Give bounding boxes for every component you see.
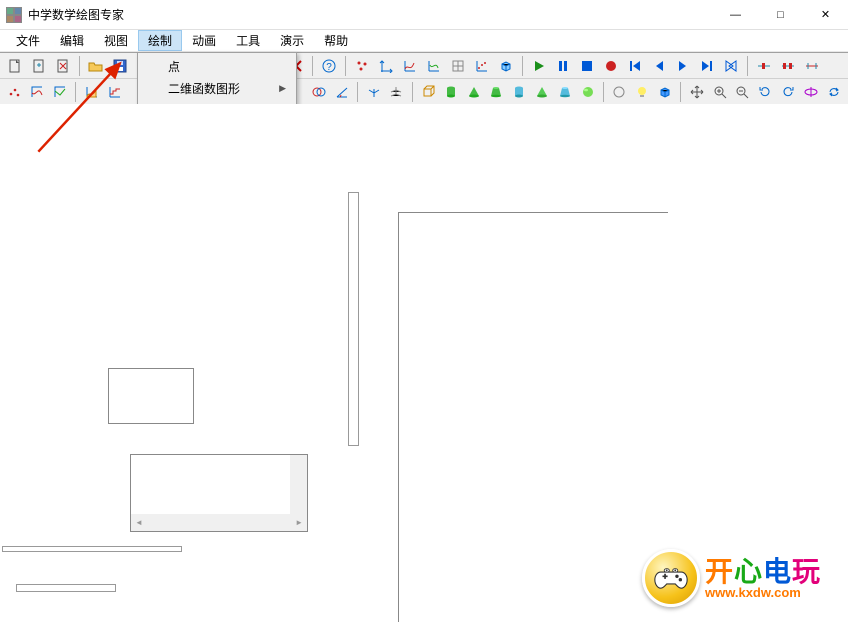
scrollbar-vertical[interactable]	[290, 455, 307, 514]
thin-panel-1	[2, 546, 182, 552]
move-icon[interactable]	[686, 81, 707, 103]
slider-h-icon[interactable]	[753, 55, 775, 77]
frustum-blue-icon[interactable]	[554, 81, 575, 103]
close-button[interactable]: ✕	[803, 0, 848, 29]
last-icon[interactable]	[696, 55, 718, 77]
app-icon	[6, 7, 22, 23]
window-titlebar: 中学数学绘图专家 — □ ✕	[0, 0, 848, 30]
scroll-panel[interactable]	[130, 454, 308, 532]
menu-demo[interactable]: 演示	[270, 30, 314, 51]
cube-wire-icon[interactable]	[418, 81, 439, 103]
rotate-cw-icon[interactable]	[755, 81, 776, 103]
cylinder-green-icon[interactable]	[440, 81, 461, 103]
menu-2d-function[interactable]: 二维函数图形▶	[140, 77, 294, 99]
maximize-button[interactable]: □	[758, 0, 803, 29]
plot-series-icon[interactable]	[471, 55, 493, 77]
menu-tools[interactable]: 工具	[226, 30, 270, 51]
save-icon[interactable]	[109, 55, 131, 77]
prev-icon[interactable]	[648, 55, 670, 77]
logo-text-cn: 开心电玩	[705, 558, 821, 586]
cone-green-icon[interactable]	[463, 81, 484, 103]
menu-point[interactable]: 点	[140, 55, 294, 77]
grid3d-icon[interactable]	[386, 81, 407, 103]
intersection-icon[interactable]	[309, 81, 330, 103]
menu-animate[interactable]: 动画	[182, 30, 226, 51]
rotate-ccw-icon[interactable]	[778, 81, 799, 103]
lightbulb-icon[interactable]	[632, 81, 653, 103]
new-doc-icon[interactable]	[4, 55, 26, 77]
watermark-logo: 开心电玩 www.kxdw.com	[642, 543, 842, 613]
refresh-icon[interactable]	[823, 81, 844, 103]
curve-icon[interactable]	[27, 81, 48, 103]
small-panel[interactable]	[108, 368, 194, 424]
menubar: 文件 编辑 视图 绘制 动画 工具 演示 帮助	[0, 30, 848, 52]
scrollbar-horizontal[interactable]	[131, 514, 307, 531]
sphere-icon[interactable]	[577, 81, 598, 103]
slider-range-icon[interactable]	[801, 55, 823, 77]
svg-text:?: ?	[326, 62, 332, 73]
zoom-in-icon[interactable]	[709, 81, 730, 103]
menu-file[interactable]: 文件	[6, 30, 50, 51]
logo-url: www.kxdw.com	[705, 586, 821, 599]
help-icon[interactable]: ?	[318, 55, 340, 77]
minimize-button[interactable]: —	[713, 0, 758, 29]
stop-icon[interactable]	[576, 55, 598, 77]
surface-icon[interactable]	[50, 81, 71, 103]
points-icon[interactable]	[351, 55, 373, 77]
menu-view[interactable]: 视图	[94, 30, 138, 51]
frustum-green-icon[interactable]	[486, 81, 507, 103]
menu-help[interactable]: 帮助	[314, 30, 358, 51]
solid-icon[interactable]	[495, 55, 517, 77]
main-canvas[interactable]	[398, 212, 668, 622]
plot-area-icon[interactable]	[81, 81, 102, 103]
plot2d-icon[interactable]	[399, 55, 421, 77]
cube-blue-icon[interactable]	[655, 81, 676, 103]
plot-partial-icon[interactable]	[423, 55, 445, 77]
scatter-icon[interactable]	[4, 81, 25, 103]
open-icon[interactable]	[85, 55, 107, 77]
zoom-out-icon[interactable]	[732, 81, 753, 103]
cylinder-blue-icon[interactable]	[509, 81, 530, 103]
loop-icon[interactable]	[720, 55, 742, 77]
cone-green2-icon[interactable]	[532, 81, 553, 103]
angle-icon[interactable]	[331, 81, 352, 103]
play-icon[interactable]	[528, 55, 550, 77]
plot-grid-icon[interactable]	[447, 55, 469, 77]
first-icon[interactable]	[624, 55, 646, 77]
slider-track[interactable]	[348, 192, 359, 446]
logo-gamepad-icon	[642, 549, 700, 607]
slider-v-icon[interactable]	[777, 55, 799, 77]
axes-icon[interactable]	[375, 55, 397, 77]
menu-edit[interactable]: 编辑	[50, 30, 94, 51]
work-area	[0, 104, 848, 619]
new-page-icon[interactable]	[28, 55, 50, 77]
record-icon[interactable]	[600, 55, 622, 77]
delete-page-icon[interactable]	[52, 55, 74, 77]
pause-icon[interactable]	[552, 55, 574, 77]
window-title: 中学数学绘图专家	[28, 6, 124, 23]
circle-tool-icon[interactable]	[609, 81, 630, 103]
plot-step-icon[interactable]	[104, 81, 125, 103]
toolbar-main: ?	[0, 53, 848, 79]
toolbar-secondary	[0, 79, 848, 105]
next-icon[interactable]	[672, 55, 694, 77]
thin-panel-2	[16, 584, 116, 592]
axes3d-icon[interactable]	[363, 81, 384, 103]
menu-draw[interactable]: 绘制	[138, 30, 182, 51]
rotate3d-icon[interactable]	[800, 81, 821, 103]
